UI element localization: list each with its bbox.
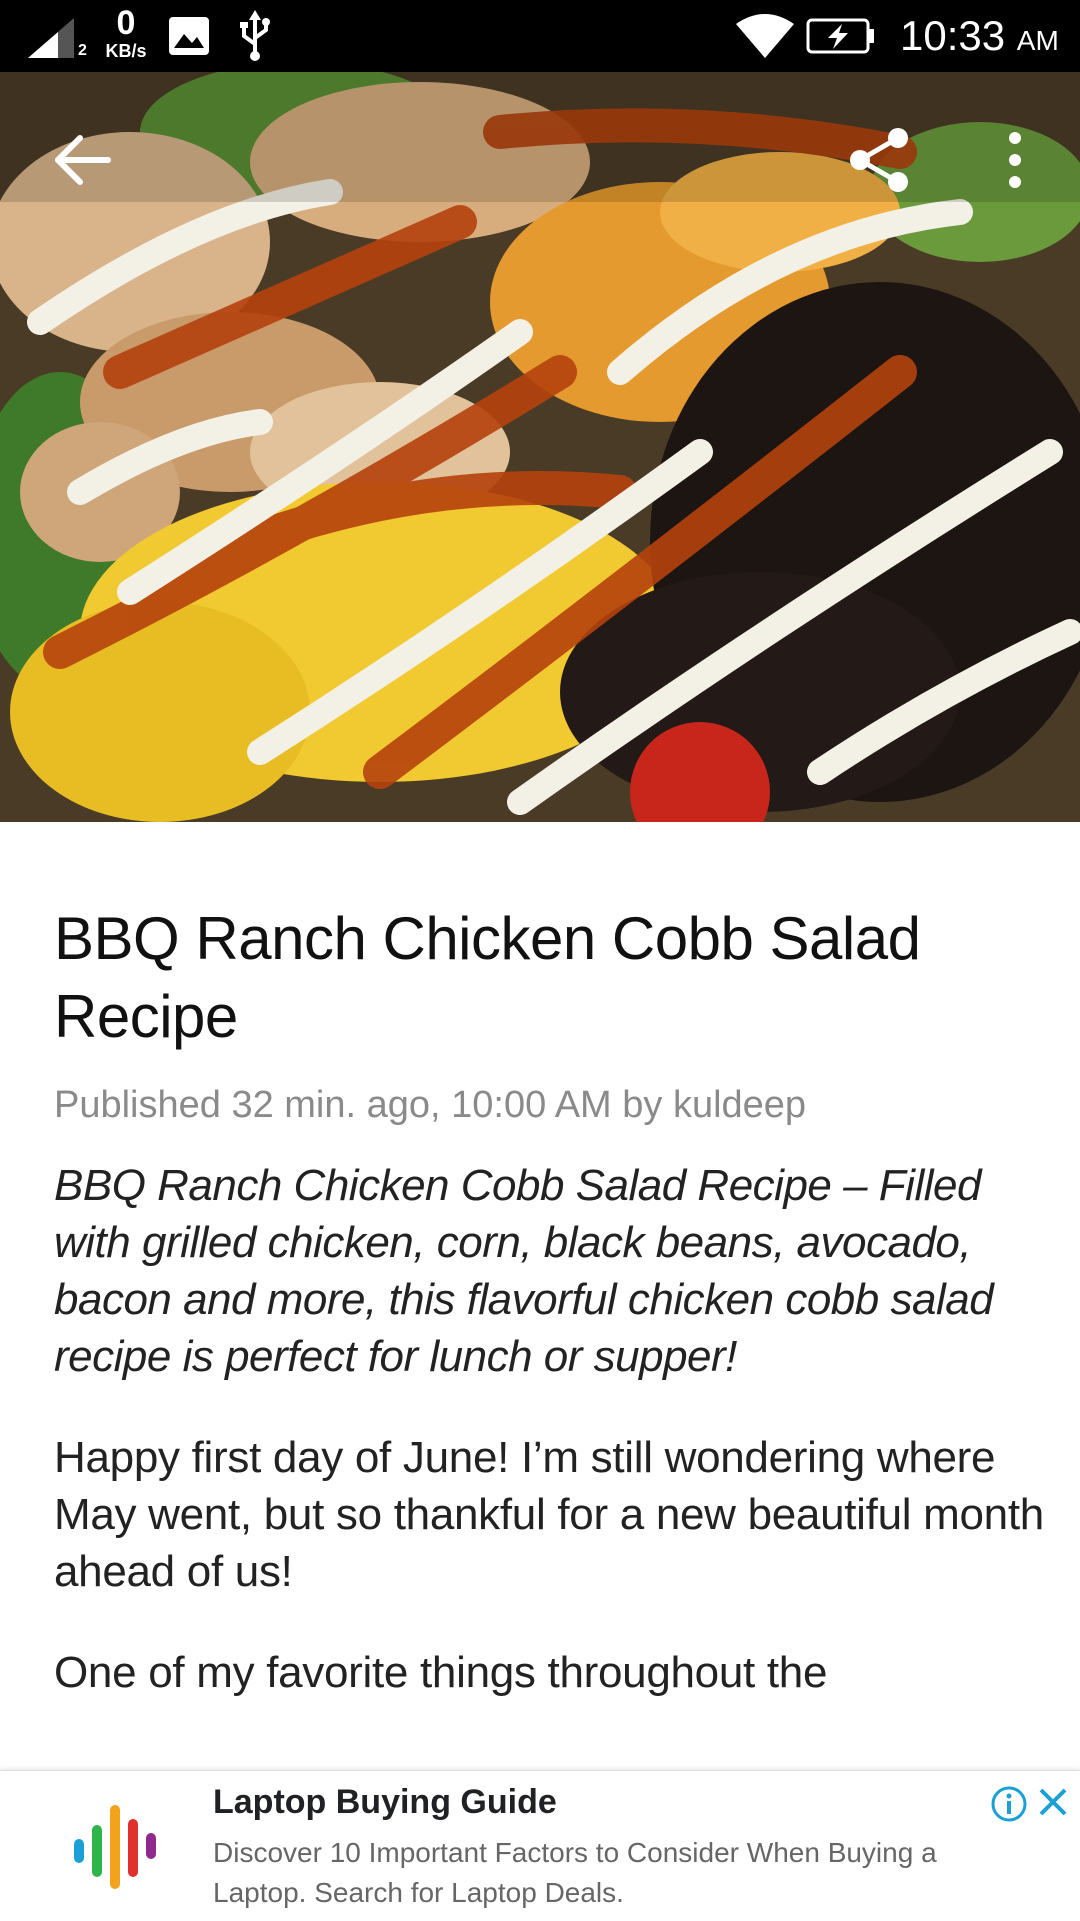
wifi-icon	[736, 14, 794, 58]
clock: 10:33 AM	[900, 12, 1059, 60]
article: BBQ Ranch Chicken Cobb Salad Recipe Publ…	[54, 900, 1044, 1701]
ad-title[interactable]: Laptop Buying Guide	[213, 1783, 557, 1822]
usb-icon	[240, 10, 270, 61]
more-vert-icon[interactable]	[990, 120, 1040, 200]
ad-logo-icon	[74, 1805, 156, 1889]
article-meta: Published 32 min. ago, 10:00 AM by kulde…	[54, 1084, 807, 1126]
status-bar: 2 0 KB/s 10:33 AM	[0, 0, 1080, 72]
ad-description[interactable]: Discover 10 Important Factors to Conside…	[213, 1833, 1013, 1913]
article-lead: BBQ Ranch Chicken Cobb Salad Recipe – Fi…	[54, 1161, 994, 1381]
ad-close-icon[interactable]	[1036, 1785, 1070, 1819]
data-rate-unit: KB/s	[105, 41, 147, 61]
share-icon[interactable]	[840, 120, 920, 200]
clock-ampm: AM	[1016, 25, 1059, 56]
clock-time: 10:33	[900, 12, 1006, 59]
article-paragraph: One of my favorite things throughout the	[54, 1648, 828, 1697]
ad-banner[interactable]: Laptop Buying Guide Discover 10 Importan…	[0, 1770, 1080, 1921]
ad-info-icon[interactable]	[990, 1785, 1028, 1823]
back-arrow-icon[interactable]	[46, 120, 126, 200]
data-rate-value: 0	[116, 4, 136, 42]
data-rate: 0 KB/s	[96, 6, 156, 60]
sim-slot-label: 2	[78, 42, 87, 59]
signal-icon	[28, 18, 74, 58]
article-paragraph: Happy first day of June! I’m still wonde…	[54, 1433, 1044, 1596]
image-icon	[169, 17, 209, 55]
battery-charging-icon	[806, 18, 874, 54]
article-title: BBQ Ranch Chicken Cobb Salad Recipe	[54, 905, 921, 1050]
